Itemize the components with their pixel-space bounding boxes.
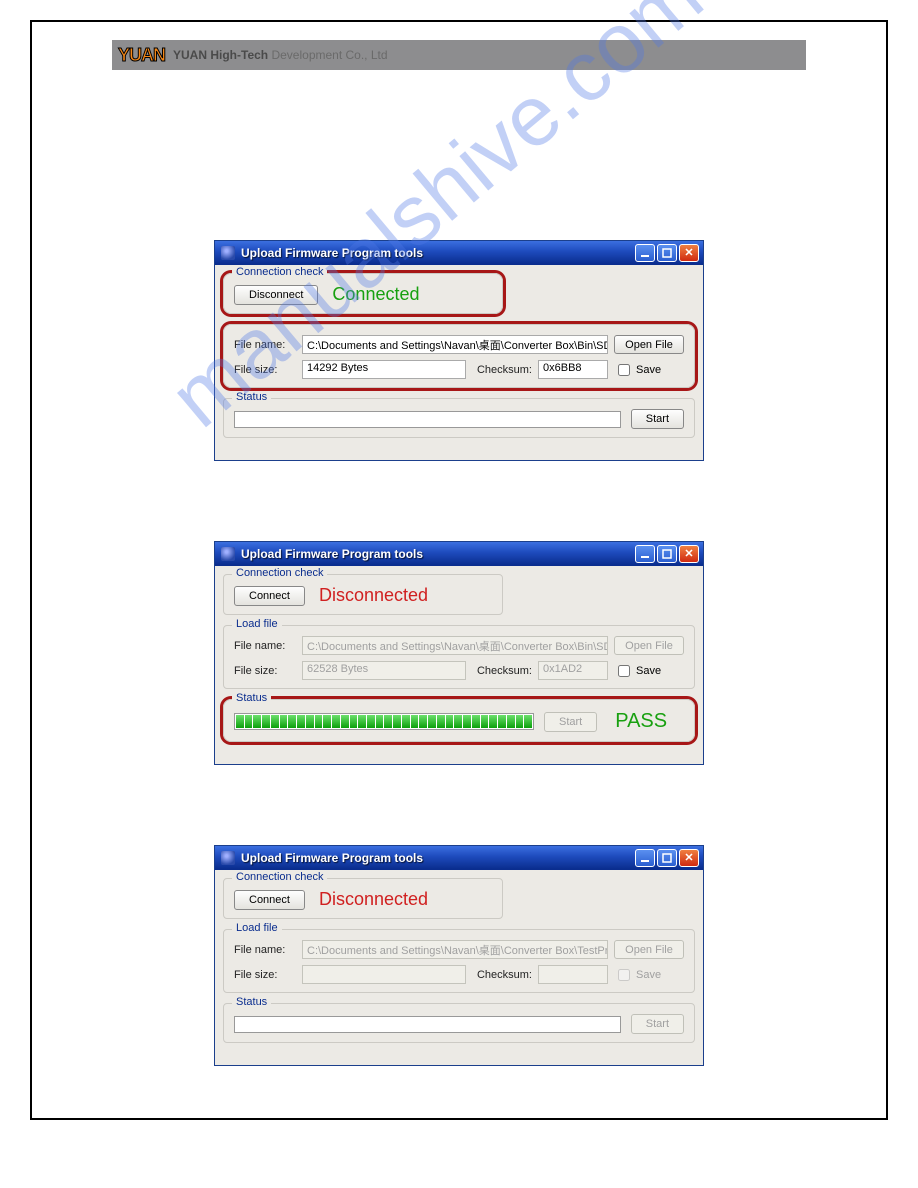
checksum-label: Checksum: (472, 665, 532, 677)
filesize-label: File size: (234, 665, 296, 677)
progress-bar (234, 1016, 621, 1033)
loadfile-legend: Load file (232, 618, 282, 630)
status-groupbox: Status Start (223, 1003, 695, 1043)
loadfile-groupbox: File name: C:\Documents and Settings\Nav… (223, 324, 695, 388)
window-controls: ✕ (635, 849, 699, 867)
connect-button[interactable]: Connect (234, 586, 305, 606)
filename-field: C:\Documents and Settings\Navan\桌面\Conve… (302, 940, 608, 959)
connection-groupbox: Connection check Connect Disconnected (223, 878, 503, 919)
connection-area: Connection check Disconnect Connected (223, 273, 695, 314)
minimize-button[interactable] (635, 244, 655, 262)
company-header: YUAN YUAN High-Tech Development Co., Ltd (112, 40, 806, 70)
save-checkbox[interactable] (618, 665, 630, 677)
filename-label: File name: (234, 640, 296, 652)
window-controls: ✕ (635, 244, 699, 262)
connection-status: Disconnected (319, 585, 428, 606)
connection-legend: Connection check (232, 871, 327, 883)
save-checkbox-wrap: Save (614, 966, 684, 984)
connection-legend: Connection check (232, 266, 327, 278)
loadfile-groupbox: Load file File name: C:\Documents and Se… (223, 929, 695, 993)
progress-bar (234, 411, 621, 428)
status-legend: Status (232, 391, 271, 403)
status-legend: Status (232, 692, 271, 704)
app-icon (221, 547, 235, 561)
connection-status: Disconnected (319, 889, 428, 910)
document-page: YUAN YUAN High-Tech Development Co., Ltd… (30, 20, 888, 1120)
window-controls: ✕ (635, 545, 699, 563)
start-button: Start (631, 1014, 684, 1034)
window-title: Upload Firmware Program tools (241, 851, 635, 865)
window-body: Connection check Connect Disconnected Lo… (215, 870, 703, 1065)
app-icon (221, 851, 235, 865)
save-checkbox-wrap[interactable]: Save (614, 361, 684, 379)
connection-groupbox: Connection check Disconnect Connected (223, 273, 503, 314)
app-icon (221, 246, 235, 260)
filename-label: File name: (234, 944, 296, 956)
maximize-button[interactable] (657, 849, 677, 867)
close-button[interactable]: ✕ (679, 545, 699, 563)
yuan-logo: YUAN (118, 45, 165, 66)
filesize-label: File size: (234, 969, 296, 981)
maximize-button[interactable] (657, 244, 677, 262)
close-button[interactable]: ✕ (679, 849, 699, 867)
save-label: Save (636, 969, 661, 981)
titlebar[interactable]: Upload Firmware Program tools ✕ (215, 241, 703, 265)
start-button[interactable]: Start (631, 409, 684, 429)
pass-text: PASS (615, 710, 667, 733)
minimize-button[interactable] (635, 849, 655, 867)
status-groupbox: Status Start PASS (223, 699, 695, 742)
titlebar[interactable]: Upload Firmware Program tools ✕ (215, 542, 703, 566)
save-checkbox-wrap[interactable]: Save (614, 662, 684, 680)
save-checkbox[interactable] (618, 364, 630, 376)
open-file-button[interactable]: Open File (614, 335, 684, 354)
open-file-button: Open File (614, 940, 684, 959)
start-button: Start (544, 712, 597, 732)
filename-field: C:\Documents and Settings\Navan\桌面\Conve… (302, 636, 608, 655)
checksum-field (538, 965, 608, 984)
checksum-field: 0x1AD2 (538, 661, 608, 680)
disconnect-button[interactable]: Disconnect (234, 285, 318, 305)
open-file-button: Open File (614, 636, 684, 655)
titlebar[interactable]: Upload Firmware Program tools ✕ (215, 846, 703, 870)
window-2: Upload Firmware Program tools ✕ Connecti… (214, 541, 704, 765)
minimize-button[interactable] (635, 545, 655, 563)
status-groupbox: Status Start (223, 398, 695, 438)
progress-bar (234, 713, 534, 730)
window-title: Upload Firmware Program tools (241, 547, 635, 561)
status-legend: Status (232, 996, 271, 1008)
company-name-light: Development Co., Ltd (268, 48, 387, 62)
connection-status: Connected (332, 284, 419, 305)
loadfile-groupbox: Load file File name: C:\Documents and Se… (223, 625, 695, 689)
filesize-field (302, 965, 466, 984)
connection-groupbox: Connection check Connect Disconnected (223, 574, 503, 615)
save-checkbox (618, 969, 630, 981)
checksum-label: Checksum: (472, 969, 532, 981)
window-title: Upload Firmware Program tools (241, 246, 635, 260)
filesize-label: File size: (234, 364, 296, 376)
filename-field[interactable]: C:\Documents and Settings\Navan\桌面\Conve… (302, 335, 608, 354)
window-1: Upload Firmware Program tools ✕ Connecti… (214, 240, 704, 461)
checksum-field: 0x6BB8 (538, 360, 608, 379)
filesize-field: 62528 Bytes (302, 661, 466, 680)
window-body: Connection check Disconnect Connected Fi… (215, 265, 703, 460)
save-label: Save (636, 364, 661, 376)
window-body: Connection check Connect Disconnected Lo… (215, 566, 703, 764)
maximize-button[interactable] (657, 545, 677, 563)
company-name-bold: YUAN High-Tech (173, 48, 268, 62)
connection-legend: Connection check (232, 567, 327, 579)
loadfile-legend: Load file (232, 922, 282, 934)
close-button[interactable]: ✕ (679, 244, 699, 262)
checksum-label: Checksum: (472, 364, 532, 376)
window-3: Upload Firmware Program tools ✕ Connecti… (214, 845, 704, 1066)
company-name: YUAN High-Tech Development Co., Ltd (173, 48, 388, 62)
save-label: Save (636, 665, 661, 677)
filesize-field: 14292 Bytes (302, 360, 466, 379)
filename-label: File name: (234, 339, 296, 351)
connect-button[interactable]: Connect (234, 890, 305, 910)
